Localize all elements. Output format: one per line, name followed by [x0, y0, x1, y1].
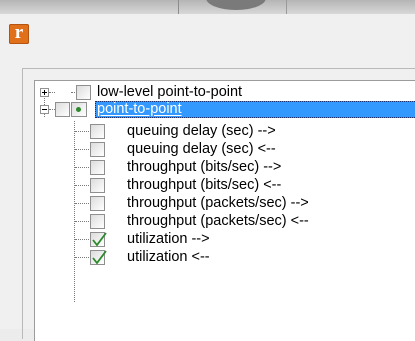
tree-child-item[interactable]: throughput (packets/sec) --> — [35, 195, 415, 212]
tree-child-label: queuing delay (sec) <-- — [127, 141, 276, 157]
tree-child-label: utilization --> — [127, 231, 210, 247]
tree-child-label: throughput (packets/sec) <-- — [127, 213, 309, 229]
app-logo-glyph: r — [14, 22, 24, 43]
tree-child-item[interactable]: queuing delay (sec) --> — [35, 123, 415, 140]
tree-connector — [75, 239, 89, 240]
statistics-tree[interactable]: low-level point-to-point point-to-point … — [34, 80, 415, 341]
expand-icon[interactable] — [40, 88, 49, 97]
title-bar-separator — [286, 0, 287, 14]
tree-child-label: throughput (bits/sec) <-- — [127, 177, 282, 193]
tree-node-low-level[interactable]: low-level point-to-point — [35, 84, 415, 101]
tree-child-label: queuing delay (sec) --> — [127, 123, 276, 139]
tree-connector — [49, 92, 55, 93]
unchecked-checkbox[interactable] — [90, 142, 105, 157]
checkmark-icon — [92, 232, 107, 247]
title-bar-separator — [178, 0, 179, 14]
title-bar — [0, 0, 415, 14]
tree-connector — [75, 221, 89, 222]
tree-node-point-to-point[interactable]: point-to-point — [35, 101, 415, 118]
tree-connector — [75, 167, 89, 168]
unchecked-checkbox[interactable] — [90, 124, 105, 139]
tree-child-label: throughput (packets/sec) --> — [127, 195, 309, 211]
unchecked-checkbox[interactable] — [90, 160, 105, 175]
checkmark-icon — [92, 250, 107, 265]
tree-child-item[interactable]: throughput (bits/sec) --> — [35, 159, 415, 176]
unchecked-checkbox[interactable] — [90, 196, 105, 211]
tree-child-label: utilization <-- — [127, 249, 210, 265]
tree-child-item[interactable]: utilization --> — [35, 231, 415, 248]
node-checkbox[interactable] — [76, 85, 91, 100]
unchecked-checkbox[interactable] — [90, 214, 105, 229]
tree-connector — [75, 131, 89, 132]
title-bar-knob — [206, 0, 266, 10]
checked-checkbox[interactable] — [90, 232, 107, 247]
selected-node-label: point-to-point — [95, 101, 415, 118]
collapse-icon[interactable] — [40, 105, 49, 114]
tree-connector — [75, 257, 89, 258]
tree-child-label: throughput (bits/sec) --> — [127, 159, 282, 175]
tree-connector — [75, 149, 89, 150]
tree-node-label: low-level point-to-point — [97, 84, 243, 100]
tree-connector — [75, 203, 89, 204]
app-logo-icon: r — [9, 22, 29, 44]
tree-child-item[interactable]: queuing delay (sec) <-- — [35, 141, 415, 158]
tree-child-item[interactable]: utilization <-- — [35, 249, 415, 266]
unchecked-checkbox[interactable] — [90, 178, 105, 193]
checked-checkbox[interactable] — [90, 250, 107, 265]
tree-connector — [75, 185, 89, 186]
tree-child-item[interactable]: throughput (bits/sec) <-- — [35, 177, 415, 194]
tree-child-item[interactable]: throughput (packets/sec) <-- — [35, 213, 415, 230]
node-status-indicator[interactable] — [71, 102, 87, 117]
node-checkbox-partial[interactable] — [55, 102, 70, 117]
